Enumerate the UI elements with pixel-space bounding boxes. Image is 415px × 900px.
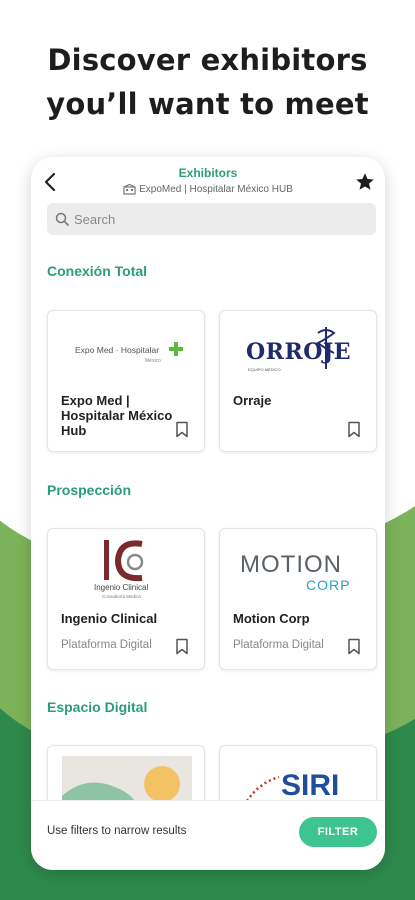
logo-text: ORROJE [246,339,351,365]
search-bar[interactable] [47,203,376,235]
search-icon [55,212,69,226]
building-icon [123,184,136,195]
exhibitor-name: Motion Corp [233,611,310,626]
logo-subtext: México [145,358,161,364]
section-title-prospeccion: Prospección [47,482,132,498]
filter-button[interactable]: FILTER [299,817,377,847]
exhibitor-card-motion-corp[interactable]: MOTION CORP Motion Corp Plataforma Digit… [219,528,377,670]
logo-text: SIRI [281,769,339,802]
app-bar: Exhibitors ExpoMed | Hospitalar México H… [31,157,385,205]
exhibitor-category: Plataforma Digital [233,639,324,651]
event-subtitle-text: ExpoMed | Hospitalar México HUB [139,184,293,195]
bookmark-icon[interactable] [175,638,189,655]
logo-subtext: Consultoría Médica [102,594,141,599]
logo-text: MOTION [240,551,342,578]
logo-text: Ingenio Clinical [94,583,148,592]
logo-subtext: CORP [306,577,350,593]
filter-bar: Use filters to narrow results FILTER [31,800,385,870]
section-title-espacio-digital: Espacio Digital [47,699,148,715]
exhibitor-logo: MOTION CORP [220,529,376,609]
star-icon[interactable] [355,172,375,192]
exhibitor-name: Expo Med | Hospitalar México Hub [61,393,173,438]
exhibitor-card-orraje[interactable]: ORROJE EQUIPO MÉDICO Orraje [219,310,377,452]
search-input[interactable] [74,211,354,227]
medical-cross-icon [169,342,183,356]
headline-line-1: Discover exhibitors [47,43,368,77]
bookmark-icon[interactable] [347,638,361,655]
headline-line-2: you’ll want to meet [46,87,369,121]
exhibitor-name: Ingenio Clinical [61,611,158,626]
phone-screen: Exhibitors ExpoMed | Hospitalar México H… [31,157,385,870]
exhibitor-logo: Expo Med · Hospitalar México [48,311,204,391]
filter-hint: Use filters to narrow results [47,825,187,837]
exhibitor-name: Orraje [233,393,272,408]
bookmark-icon[interactable] [175,421,189,438]
event-subtitle: ExpoMed | Hospitalar México HUB [31,184,385,195]
exhibitor-card-expo-med[interactable]: Expo Med · Hospitalar México Expo Med | … [47,310,205,452]
logo-subtext: EQUIPO MÉDICO [248,367,281,372]
exhibitor-logo: Ingenio Clinical Consultoría Médica [48,529,204,609]
promo-headline: Discover exhibitors you’ll want to meet [0,38,415,126]
exhibitor-logo: ORROJE EQUIPO MÉDICO [220,311,376,391]
bookmark-icon[interactable] [347,421,361,438]
section-title-conexion-total: Conexión Total [47,263,148,279]
exhibitor-category: Plataforma Digital [61,639,152,651]
logo-text: Expo Med · Hospitalar [75,345,159,355]
page-title: Exhibitors [178,166,238,180]
exhibitor-card-ingenio-clinical[interactable]: Ingenio Clinical Consultoría Médica Inge… [47,528,205,670]
